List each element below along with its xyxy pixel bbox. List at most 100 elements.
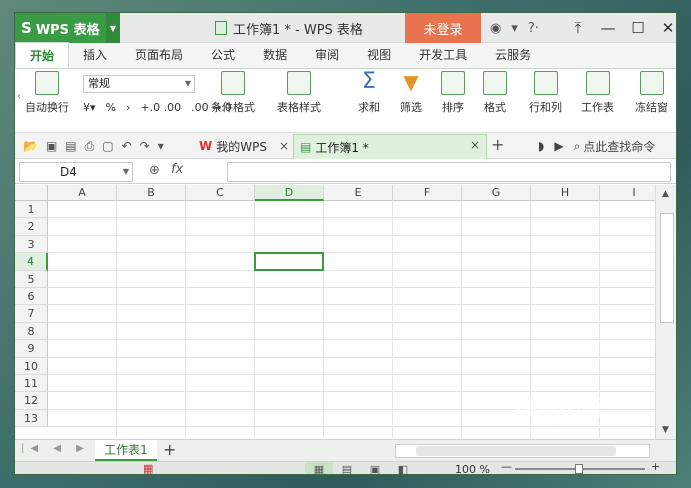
print-icon[interactable]: ⎙: [85, 139, 95, 154]
tab-home[interactable]: 开始: [15, 42, 70, 68]
close-tab-icon[interactable]: ×: [279, 139, 289, 153]
wps-menu-button[interactable]: S WPS 表格 ▼: [15, 13, 120, 43]
table-style-button[interactable]: 表格样式: [277, 71, 321, 115]
skin-icon[interactable]: ◉: [490, 21, 501, 36]
shirt-icon[interactable]: ▾: [511, 21, 518, 36]
tab-insert[interactable]: 插入: [69, 42, 121, 68]
zoom-search-icon[interactable]: ⊕: [149, 163, 160, 178]
tab-page-layout[interactable]: 页面布局: [121, 42, 197, 68]
nav-forward-icon[interactable]: ▶: [554, 139, 563, 153]
scroll-up-icon[interactable]: ▲: [662, 189, 669, 199]
name-box[interactable]: D4 ▼: [19, 162, 133, 182]
save-icon[interactable]: ▣: [46, 139, 57, 153]
login-button[interactable]: 未登录: [405, 13, 481, 43]
doc-tab-workbook[interactable]: ▤ 工作簿1 * ×: [293, 134, 487, 159]
row-header[interactable]: 6: [15, 288, 48, 306]
column-header[interactable]: G: [462, 185, 531, 201]
row-header[interactable]: 3: [15, 235, 48, 254]
zoom-level[interactable]: 100 %: [455, 462, 490, 474]
fx-icon[interactable]: fx: [171, 162, 183, 177]
zoom-out-icon[interactable]: —: [501, 460, 512, 473]
row-header[interactable]: 2: [15, 218, 48, 236]
column-header[interactable]: I: [600, 185, 655, 201]
freeze-panes-button[interactable]: 冻结窗: [635, 71, 668, 115]
layout-view-icon[interactable]: ▣: [361, 462, 389, 474]
new-tab-icon[interactable]: +: [491, 135, 504, 154]
filter-button[interactable]: ▼ 筛选: [399, 71, 423, 115]
column-header[interactable]: H: [531, 185, 600, 201]
wrap-text-button[interactable]: 自动换行: [25, 71, 69, 115]
zoom-in-icon[interactable]: +: [651, 460, 660, 473]
percent-button[interactable]: %: [106, 101, 116, 114]
format-button[interactable]: 格式: [483, 71, 507, 115]
column-header[interactable]: A: [48, 185, 117, 201]
close-icon[interactable]: ✕: [653, 19, 676, 37]
row-header[interactable]: 4: [15, 253, 48, 271]
currency-icon[interactable]: ¥▾: [83, 101, 96, 114]
tab-data[interactable]: 数据: [249, 42, 301, 68]
help-icon[interactable]: ?·: [528, 21, 539, 36]
page-break-view-icon[interactable]: ▤: [333, 462, 361, 474]
row-header[interactable]: 12: [15, 392, 48, 410]
formula-input[interactable]: [227, 162, 671, 182]
zoom-slider-knob[interactable]: [575, 464, 583, 474]
customize-icon[interactable]: ▾: [158, 139, 164, 153]
close-tab-icon[interactable]: ×: [470, 138, 480, 152]
row-header[interactable]: 7: [15, 305, 48, 323]
sort-button[interactable]: 排序: [441, 71, 465, 115]
open-folder-icon[interactable]: 📂: [23, 139, 38, 153]
worksheet-button[interactable]: 工作表: [581, 71, 614, 115]
horizontal-scrollbar[interactable]: [395, 444, 650, 458]
increase-decimal-button[interactable]: +.0 .00: [140, 101, 181, 114]
row-header[interactable]: 11: [15, 375, 48, 393]
sheet-bar: |◀ ◀ ▶ ▶| 工作表1 +: [15, 439, 676, 461]
app-name: WPS 表格: [35, 22, 100, 38]
comma-button[interactable]: ›: [126, 101, 130, 114]
column-header[interactable]: E: [324, 185, 393, 201]
search-icon[interactable]: ⌕: [574, 139, 581, 154]
command-search[interactable]: 点此查找命令: [583, 138, 655, 155]
tab-developer[interactable]: 开发工具: [405, 42, 481, 68]
sheet-tab[interactable]: 工作表1: [95, 440, 157, 461]
tab-formulas[interactable]: 公式: [197, 42, 249, 68]
tab-cloud[interactable]: 云服务: [481, 42, 545, 68]
redo-icon[interactable]: ↷: [140, 139, 150, 153]
maximize-icon[interactable]: ☐: [623, 19, 653, 37]
print-preview-icon[interactable]: ▢: [102, 139, 113, 153]
row-header[interactable]: 13: [15, 409, 48, 428]
export-pdf-icon[interactable]: ▤: [65, 139, 76, 153]
tab-view[interactable]: 视图: [353, 42, 405, 68]
rows-cols-button[interactable]: 行和列: [529, 71, 562, 115]
scroll-down-icon[interactable]: ▼: [662, 425, 669, 435]
number-format-select[interactable]: 常规 ▼: [83, 75, 195, 93]
row-header[interactable]: 8: [15, 322, 48, 341]
column-header[interactable]: F: [393, 185, 462, 201]
doc-tab-mywps[interactable]: W 我的WPS ×: [193, 135, 295, 157]
column-header[interactable]: C: [186, 185, 255, 201]
normal-view-icon[interactable]: ▦: [305, 462, 333, 474]
column-header[interactable]: B: [117, 185, 186, 201]
horizontal-scroll-thumb[interactable]: [416, 446, 616, 456]
column-header[interactable]: D: [255, 185, 324, 201]
active-cell[interactable]: [254, 252, 324, 271]
undo-icon[interactable]: ↶: [122, 139, 132, 153]
add-sheet-icon[interactable]: +: [163, 440, 176, 459]
vertical-scrollbar[interactable]: ▲ ▼: [655, 185, 676, 439]
restore-ribbon-icon[interactable]: ⤒: [563, 19, 593, 37]
row-header[interactable]: 5: [15, 270, 48, 288]
select-all-corner[interactable]: [15, 185, 48, 201]
rows-cols-label: 行和列: [529, 101, 562, 114]
ribbon-tabs: 开始 插入 页面布局 公式 数据 审阅 视图 开发工具 云服务: [15, 42, 676, 69]
reading-view-icon[interactable]: ◧: [389, 462, 417, 474]
conditional-format-button[interactable]: 条件格式: [211, 71, 255, 115]
vertical-scroll-thumb[interactable]: [660, 213, 674, 323]
row-header[interactable]: 9: [15, 340, 48, 358]
row-header[interactable]: 1: [15, 201, 48, 219]
nav-back-icon[interactable]: ◗: [538, 139, 544, 153]
sum-button[interactable]: Σ 求和: [357, 71, 381, 115]
tab-review[interactable]: 审阅: [301, 42, 353, 68]
chevron-down-icon[interactable]: ▼: [106, 13, 120, 43]
minimize-icon[interactable]: —: [593, 19, 623, 37]
ribbon-scroll-left-icon[interactable]: ‹: [17, 91, 21, 102]
row-header[interactable]: 10: [15, 357, 48, 375]
